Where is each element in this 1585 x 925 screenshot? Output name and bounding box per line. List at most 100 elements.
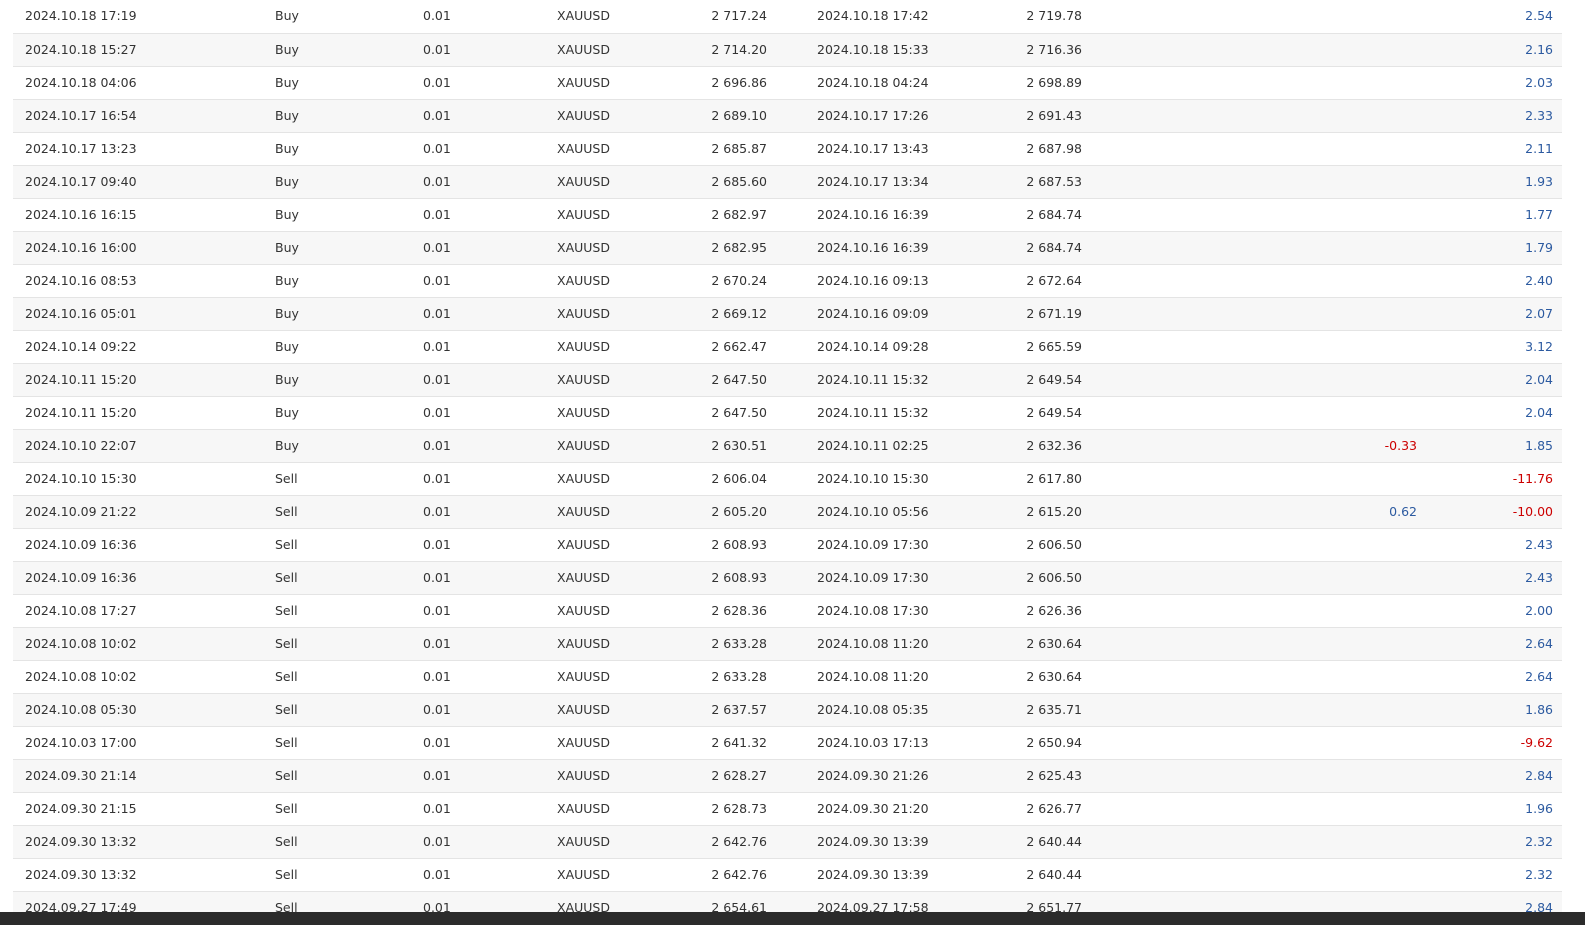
table-row[interactable]: 2024.09.30 21:15 Sell 0.01 XAUUSD 2 628.73 20…	[13, 792, 1562, 826]
volume-cell: 0.01	[423, 0, 557, 34]
table-row[interactable]: 2024.10.09 16:36 Sell 0.01 XAUUSD 2 608.93 20…	[13, 561, 1562, 595]
table-row[interactable]: 2024.10.14 09:22 Buy 0.01 XAUUSD 2 662.47 202…	[13, 330, 1562, 364]
table-row[interactable]: 2024.10.03 17:00 Sell 0.01 XAUUSD 2 641.32 20…	[13, 726, 1562, 760]
table-row[interactable]: 2024.10.16 05:01 Buy 0.01 XAUUSD 2 669.12 202…	[13, 297, 1562, 331]
volume-cell: 0.01	[423, 594, 557, 628]
swap-cell	[1082, 231, 1417, 265]
close-price-cell: 2 684.74	[967, 231, 1082, 265]
open-price-cell: 2 630.51	[657, 429, 767, 463]
volume-cell: 0.01	[423, 231, 557, 265]
trade-history-table-container: 2024.10.18 17:19 Buy 0.01 XAUUSD 2 717.24 202…	[13, 0, 1562, 925]
profit-cell: 2.32	[1417, 825, 1562, 859]
symbol-cell: XAUUSD	[557, 660, 657, 694]
table-row[interactable]: 2024.10.18 15:27 Buy 0.01 XAUUSD 2 714.20 202…	[13, 33, 1562, 67]
profit-cell: 2.00	[1417, 594, 1562, 628]
open-time-cell: 2024.10.03 17:00	[13, 726, 275, 760]
table-row[interactable]: 2024.10.08 17:27 Sell 0.01 XAUUSD 2 628.36 20…	[13, 594, 1562, 628]
open-price-cell: 2 605.20	[657, 495, 767, 529]
volume-cell: 0.01	[423, 792, 557, 826]
volume-cell: 0.01	[423, 462, 557, 496]
profit-cell: 1.86	[1417, 693, 1562, 727]
table-row[interactable]: 2024.10.16 08:53 Buy 0.01 XAUUSD 2 670.24 202…	[13, 264, 1562, 298]
table-row[interactable]: 2024.10.11 15:20 Buy 0.01 XAUUSD 2 647.50 202…	[13, 363, 1562, 397]
symbol-cell: XAUUSD	[557, 0, 657, 34]
swap-cell	[1082, 33, 1417, 67]
table-row[interactable]: 2024.10.09 21:22 Sell 0.01 XAUUSD 2 605.20 20…	[13, 495, 1562, 529]
close-price-cell: 2 640.44	[967, 858, 1082, 892]
open-price-cell: 2 717.24	[657, 0, 767, 34]
symbol-cell: XAUUSD	[557, 132, 657, 166]
table-row[interactable]: 2024.10.11 15:20 Buy 0.01 XAUUSD 2 647.50 202…	[13, 396, 1562, 430]
volume-cell: 0.01	[423, 99, 557, 133]
close-price-cell: 2 691.43	[967, 99, 1082, 133]
open-price-cell: 2 647.50	[657, 363, 767, 397]
open-time-cell: 2024.10.09 21:22	[13, 495, 275, 529]
table-row[interactable]: 2024.10.17 09:40 Buy 0.01 XAUUSD 2 685.60 202…	[13, 165, 1562, 199]
swap-cell	[1082, 759, 1417, 793]
close-price-cell: 2 626.36	[967, 594, 1082, 628]
table-row[interactable]: 2024.10.16 16:00 Buy 0.01 XAUUSD 2 682.95 202…	[13, 231, 1562, 265]
table-row[interactable]: 2024.10.08 10:02 Sell 0.01 XAUUSD 2 633.28 20…	[13, 660, 1562, 694]
spacer-cell	[767, 165, 817, 199]
type-cell: Buy	[275, 198, 423, 232]
type-cell: Buy	[275, 363, 423, 397]
open-price-cell: 2 628.73	[657, 792, 767, 826]
table-row[interactable]: 2024.09.30 13:32 Sell 0.01 XAUUSD 2 642.76 20…	[13, 825, 1562, 859]
table-row[interactable]: 2024.10.17 13:23 Buy 0.01 XAUUSD 2 685.87 202…	[13, 132, 1562, 166]
type-cell: Sell	[275, 462, 423, 496]
table-row[interactable]: 2024.09.30 21:14 Sell 0.01 XAUUSD 2 628.27 20…	[13, 759, 1562, 793]
open-time-cell: 2024.09.30 13:32	[13, 825, 275, 859]
table-row[interactable]: 2024.10.16 16:15 Buy 0.01 XAUUSD 2 682.97 202…	[13, 198, 1562, 232]
volume-cell: 0.01	[423, 561, 557, 595]
table-row[interactable]: 2024.10.09 16:36 Sell 0.01 XAUUSD 2 608.93 20…	[13, 528, 1562, 562]
volume-cell: 0.01	[423, 264, 557, 298]
table-row[interactable]: 2024.09.30 13:32 Sell 0.01 XAUUSD 2 642.76 20…	[13, 858, 1562, 892]
symbol-cell: XAUUSD	[557, 429, 657, 463]
table-row[interactable]: 2024.10.17 16:54 Buy 0.01 XAUUSD 2 689.10 202…	[13, 99, 1562, 133]
symbol-cell: XAUUSD	[557, 693, 657, 727]
table-row[interactable]: 2024.10.18 04:06 Buy 0.01 XAUUSD 2 696.86 202…	[13, 66, 1562, 100]
swap-cell	[1082, 627, 1417, 661]
spacer-cell	[767, 66, 817, 100]
table-row[interactable]: 2024.10.10 22:07 Buy 0.01 XAUUSD 2 630.51 202…	[13, 429, 1562, 463]
type-cell: Buy	[275, 231, 423, 265]
swap-cell	[1082, 165, 1417, 199]
spacer-cell	[767, 99, 817, 133]
open-time-cell: 2024.10.11 15:20	[13, 396, 275, 430]
close-time-cell: 2024.10.17 13:43	[817, 132, 967, 166]
close-price-cell: 2 649.54	[967, 396, 1082, 430]
open-price-cell: 2 633.28	[657, 660, 767, 694]
swap-cell	[1082, 858, 1417, 892]
spacer-cell	[767, 33, 817, 67]
spacer-cell	[767, 198, 817, 232]
profit-cell: 2.43	[1417, 528, 1562, 562]
profit-cell: 1.96	[1417, 792, 1562, 826]
table-row[interactable]: 2024.10.10 15:30 Sell 0.01 XAUUSD 2 606.04 20…	[13, 462, 1562, 496]
type-cell: Sell	[275, 660, 423, 694]
symbol-cell: XAUUSD	[557, 198, 657, 232]
volume-cell: 0.01	[423, 627, 557, 661]
open-price-cell: 2 642.76	[657, 858, 767, 892]
close-price-cell: 2 716.36	[967, 33, 1082, 67]
spacer-cell	[767, 495, 817, 529]
type-cell: Buy	[275, 429, 423, 463]
symbol-cell: XAUUSD	[557, 66, 657, 100]
table-row[interactable]: 2024.10.08 05:30 Sell 0.01 XAUUSD 2 637.57 20…	[13, 693, 1562, 727]
profit-cell: -9.62	[1417, 726, 1562, 760]
open-time-cell: 2024.10.17 16:54	[13, 99, 275, 133]
profit-cell: 1.85	[1417, 429, 1562, 463]
spacer-cell	[767, 330, 817, 364]
open-price-cell: 2 714.20	[657, 33, 767, 67]
open-price-cell: 2 608.93	[657, 528, 767, 562]
symbol-cell: XAUUSD	[557, 462, 657, 496]
table-row[interactable]: 2024.10.18 17:19 Buy 0.01 XAUUSD 2 717.24 202…	[13, 0, 1562, 34]
swap-cell	[1082, 825, 1417, 859]
open-price-cell: 2 670.24	[657, 264, 767, 298]
volume-cell: 0.01	[423, 165, 557, 199]
close-price-cell: 2 671.19	[967, 297, 1082, 331]
symbol-cell: XAUUSD	[557, 264, 657, 298]
close-price-cell: 2 606.50	[967, 561, 1082, 595]
table-row[interactable]: 2024.10.08 10:02 Sell 0.01 XAUUSD 2 633.28 20…	[13, 627, 1562, 661]
open-time-cell: 2024.10.09 16:36	[13, 528, 275, 562]
open-price-cell: 2 633.28	[657, 627, 767, 661]
